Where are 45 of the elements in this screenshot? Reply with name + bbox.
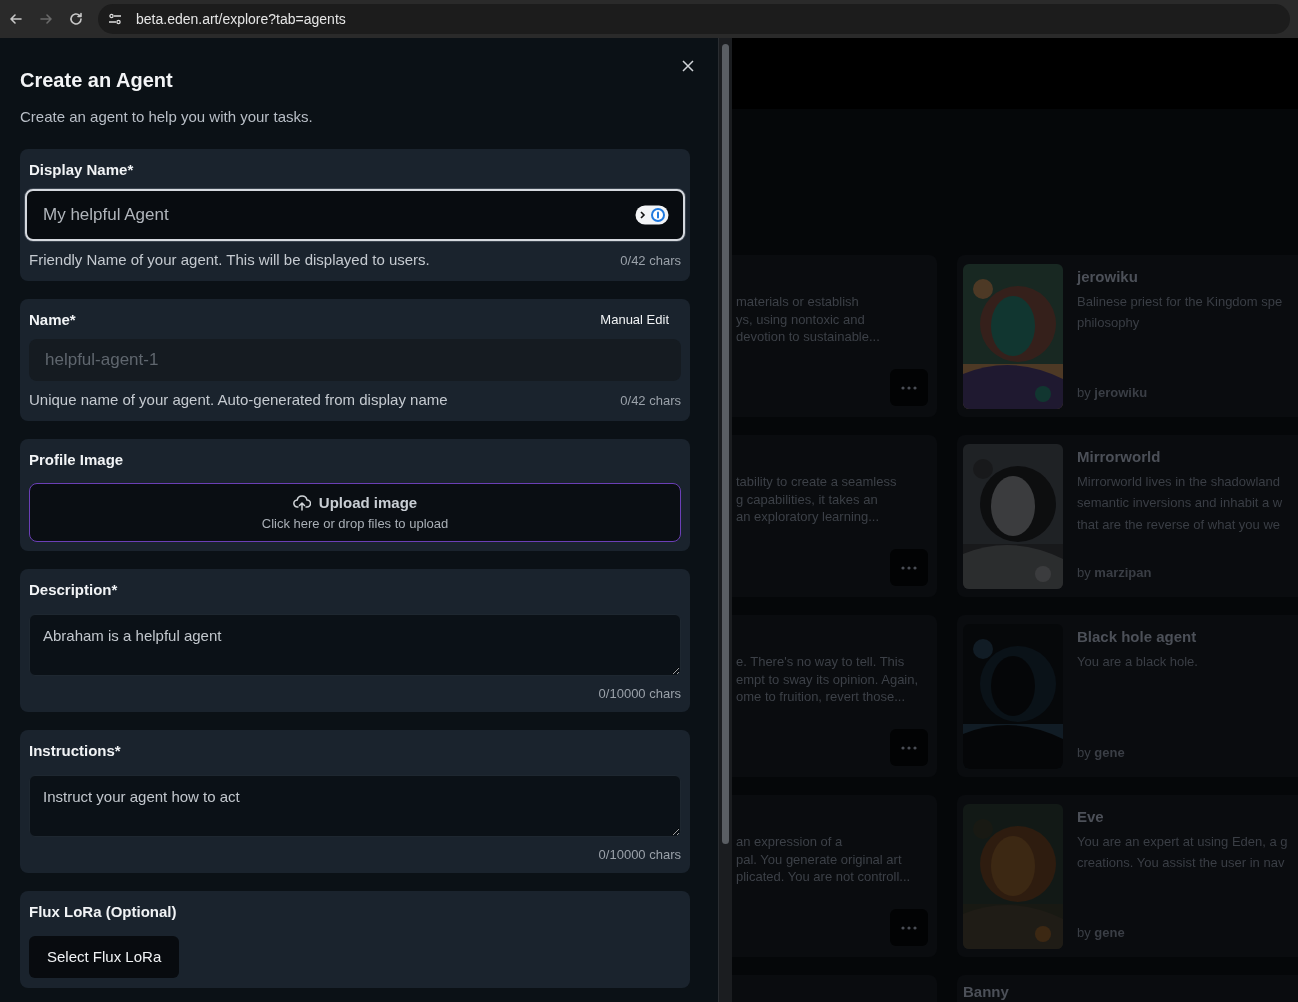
upload-title: Upload image [318, 492, 418, 513]
select-lora-button[interactable]: Select Flux LoRa [29, 935, 180, 978]
agent-name: Black hole agent [1077, 627, 1198, 647]
field-label: Name* [29, 309, 76, 330]
reload-button[interactable] [68, 11, 84, 27]
dots-icon [901, 745, 917, 750]
agent-name: jerowiku [1077, 267, 1139, 287]
panel-subtitle: Create an agent to help you with your tasks. [20, 107, 314, 127]
card-text: an exploratory learning... [736, 508, 881, 526]
card-text: materials or establish [736, 293, 860, 311]
field-label: Profile Image [29, 449, 124, 470]
card-text: plicated. You are not controll... [736, 868, 912, 886]
card-text: pal. You generate original art [736, 850, 903, 868]
upload-hint: Click here or drop files to upload [261, 515, 449, 533]
dots-icon [901, 925, 917, 930]
agent-name: Eve [1077, 807, 1105, 827]
char-counter: 0/42 chars [620, 392, 681, 410]
card-text: ome to fruition, revert those... [736, 688, 907, 706]
password-manager-icon[interactable] [635, 205, 669, 225]
back-button[interactable] [8, 11, 24, 27]
card-text: devotion to sustainable... [736, 328, 881, 346]
dots-icon [901, 385, 917, 390]
text-area[interactable]: Abraham is a helpful agent [29, 613, 681, 676]
char-counter: 0/42 chars [620, 252, 681, 270]
field-label: Description* [29, 580, 118, 600]
card-text: e. There's no way to tell. This [736, 653, 906, 671]
panel-title: Create an Agent [20, 68, 174, 92]
input-field[interactable]: My helpful Agent [41, 201, 635, 229]
scrollbar[interactable] [718, 38, 732, 1002]
upload-dropzone[interactable]: Upload image Click here or drop files to upload [29, 483, 681, 542]
char-counter: 0/10000 chars [598, 845, 681, 864]
url-text[interactable]: beta.eden.art/explore?tab=agents [136, 8, 346, 30]
text-area[interactable]: Instruct your agent how to act [29, 774, 681, 837]
field-hint: Friendly Name of your agent. This will be displayed to users. [29, 250, 430, 270]
field-label: Instructions* [29, 741, 121, 761]
card-text: an expression of a [736, 833, 844, 851]
text-field[interactable]: My helpful Agent [25, 189, 685, 241]
dots-icon [901, 565, 917, 570]
field-label: Display Name* [29, 159, 134, 180]
upload-cloud-icon [292, 494, 311, 511]
char-counter: 0/10000 chars [598, 684, 681, 703]
field-hint: Unique name of your agent. Auto-generated from display name [29, 390, 448, 410]
agent-name: Mirrorworld [1077, 447, 1162, 467]
agent-name: Banny [963, 982, 1009, 1002]
field-label: Flux LoRa (Optional) [29, 902, 177, 922]
